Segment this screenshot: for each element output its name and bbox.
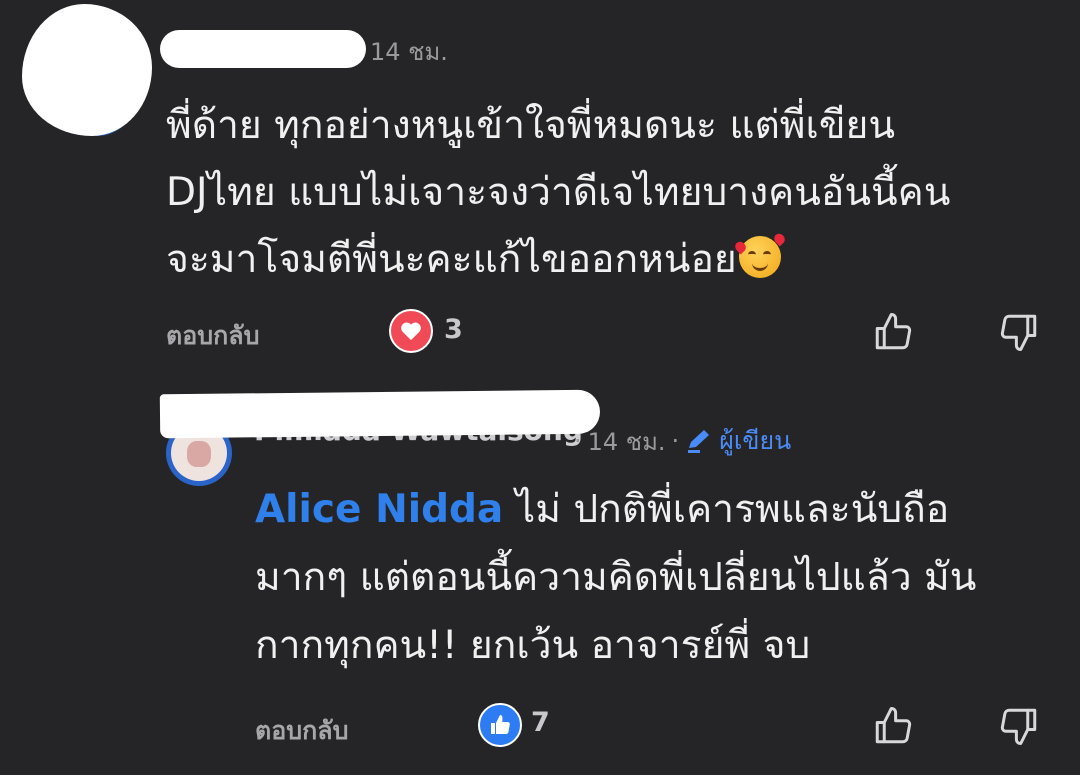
thumbs-up-icon[interactable] [870,309,916,355]
comment1-line: DJไทย แบบไม่เจาะจงว่าดีเจไทยบางคนอันนี้ค… [166,170,951,215]
author-badge-label: ผู้เขียน [719,426,792,455]
thumbs-up-icon[interactable] [870,703,916,749]
mention-link[interactable]: Alice Nidda [255,487,503,532]
reaction-count[interactable]: 7 [531,707,550,738]
reply-button[interactable]: ตอบกลับ [166,316,259,356]
heart-reaction-icon[interactable] [389,309,433,353]
comment2-line-text: ไม่ ปกติพี่เคารพและนับถือ [503,487,950,532]
reaction-count[interactable]: 3 [444,314,463,345]
comment2-meta: · 14 ชม. · ผู้เขียน [574,421,791,461]
author-badge: ผู้เขียน [685,421,791,461]
thumbs-down-icon[interactable] [996,703,1042,749]
comment1-line: จะมาโจมตีพี่นะคะแก้ไขออกหน่อย [166,226,1046,293]
comment2-line: Alice Nidda ไม่ ปกติพี่เคารพและนับถือ [255,476,1055,544]
thumbs-down-icon[interactable] [996,309,1042,355]
comment1-timestamp[interactable]: 14 ชม. [370,32,448,71]
comment1-line: พี่ด้าย ทุกอย่างหนูเข้าใจพี่หมดนะ แต่พี่… [166,103,896,148]
avatar-redaction [22,4,152,136]
separator: · [671,427,680,455]
name-redaction [159,389,601,439]
comment2-line: กากทุกคน!! ยกเว้น อาจารย์พี่ จบ [255,623,811,668]
comment1-body: พี่ด้าย ทุกอย่างหนูเข้าใจพี่หมดนะ แต่พี่… [166,92,1046,293]
comment2-timestamp[interactable]: 14 ชม. [588,422,666,461]
name-redaction [160,30,366,68]
pencil-icon [688,430,710,453]
comment2-body: Alice Nidda ไม่ ปกติพี่เคารพและนับถือ มา… [255,476,1055,680]
separator: · [574,427,582,455]
reply-button[interactable]: ตอบกลับ [255,711,348,751]
comment2-line: มากๆ แต่ตอนนี้ความคิดพี่เปลี่ยนไปแล้ว มั… [255,555,977,600]
smiling-face-with-hearts-icon [738,236,781,278]
comment1-line-text: จะมาโจมตีพี่นะคะแก้ไขออกหน่อย [166,237,737,282]
like-reaction-icon[interactable] [478,703,522,747]
